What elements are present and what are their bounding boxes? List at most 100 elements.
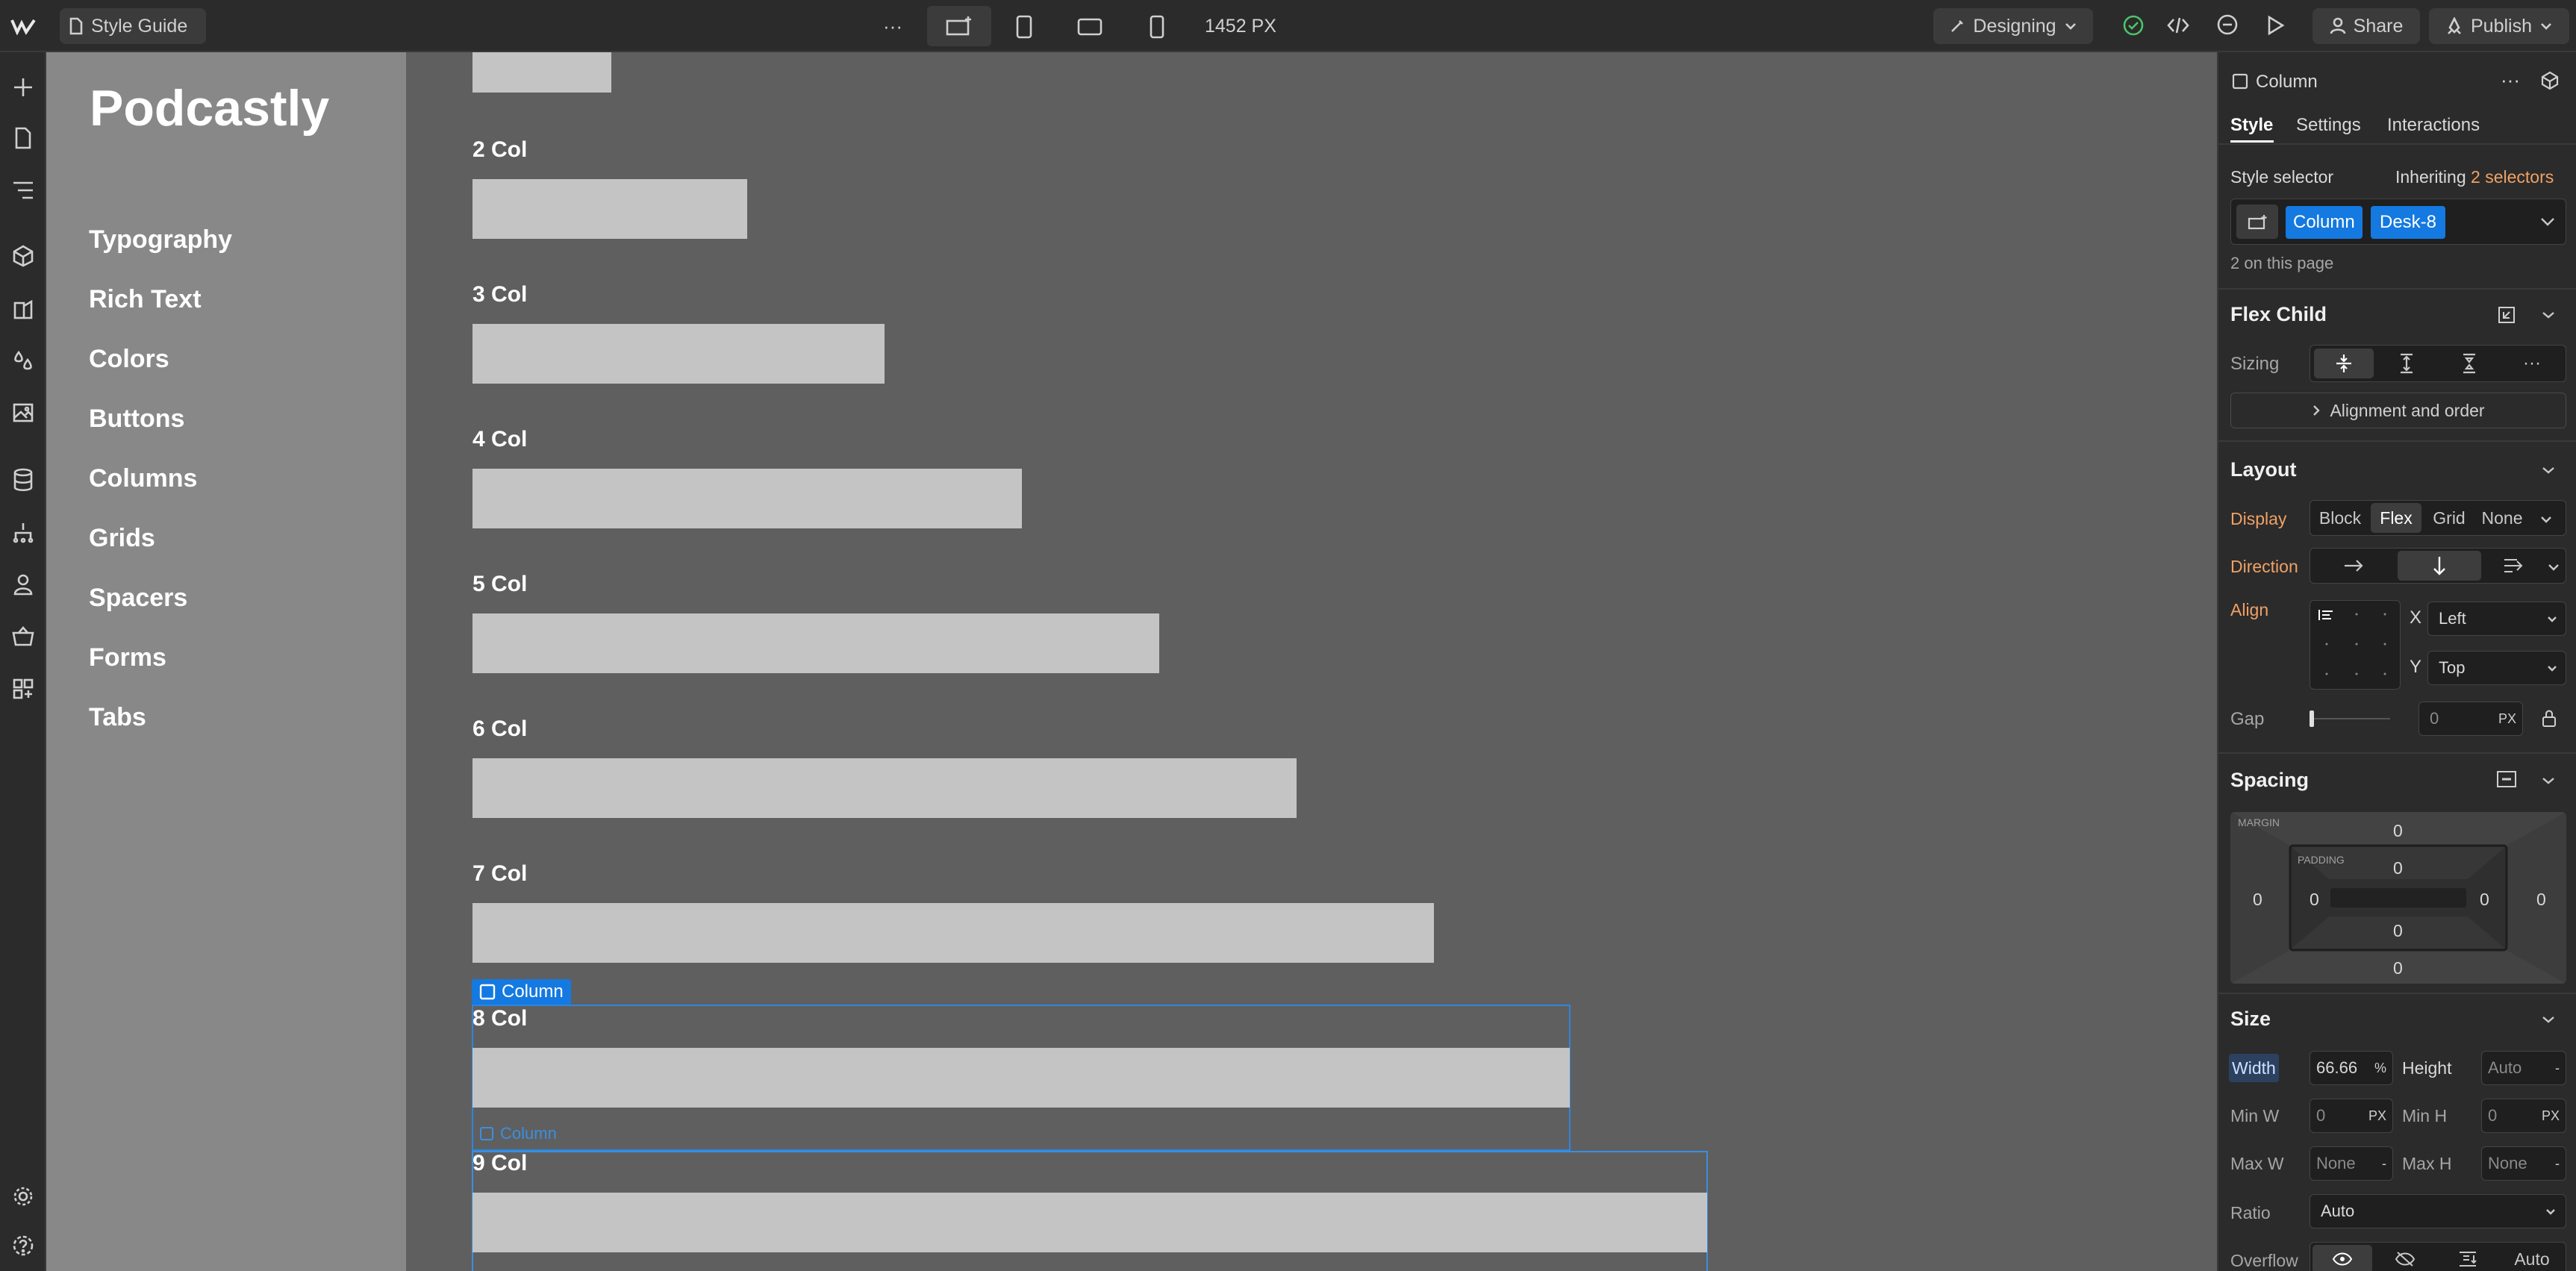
nav-link-rich-text[interactable]: Rich Text	[89, 285, 202, 314]
page-selector[interactable]: Style Guide	[60, 8, 206, 44]
max-height-unit[interactable]: -	[2555, 1156, 2560, 1172]
variables-icon[interactable]	[6, 293, 40, 327]
gap-slider-track[interactable]	[2310, 718, 2390, 719]
nav-link-colors[interactable]: Colors	[89, 345, 169, 374]
nav-link-tabs[interactable]: Tabs	[89, 703, 146, 732]
margin-bottom-value[interactable]: 0	[2393, 958, 2403, 978]
column-bar-4[interactable]	[473, 469, 1022, 528]
desktop-breakpoint-icon[interactable]	[927, 6, 991, 46]
padding-top-value[interactable]: 0	[2393, 858, 2403, 878]
navigator-icon[interactable]	[6, 173, 40, 207]
max-height-input[interactable]: None -	[2481, 1146, 2566, 1181]
chevron-down-icon[interactable]	[2547, 563, 2560, 572]
column-bar-7[interactable]	[473, 903, 1434, 963]
padding-right-value[interactable]: 0	[2480, 890, 2489, 910]
mode-dropdown[interactable]: Designing	[1933, 8, 2093, 44]
display-block-option[interactable]: Block	[2313, 503, 2368, 533]
tab-style[interactable]: Style	[2230, 115, 2273, 136]
direction-vertical-option[interactable]	[2398, 551, 2481, 581]
tab-settings[interactable]: Settings	[2296, 115, 2361, 136]
max-width-unit[interactable]: -	[2382, 1156, 2386, 1172]
parent-link-icon[interactable]	[2496, 305, 2517, 325]
add-element-icon[interactable]	[6, 70, 40, 104]
direction-wrap-option[interactable]	[2484, 551, 2544, 581]
collapse-chevron-icon[interactable]	[2541, 466, 2556, 475]
nav-link-spacers[interactable]: Spacers	[89, 584, 187, 613]
lock-icon[interactable]	[2541, 709, 2557, 728]
margin-left-value[interactable]: 0	[2253, 890, 2262, 910]
padding-bottom-value[interactable]: 0	[2393, 921, 2403, 941]
display-flex-option[interactable]: Flex	[2371, 503, 2421, 533]
column-bar-8[interactable]	[473, 1048, 1570, 1108]
column-bar-1[interactable]	[473, 52, 611, 93]
display-none-option[interactable]: None	[2475, 503, 2529, 533]
nav-link-columns[interactable]: Columns	[89, 464, 197, 493]
collapse-chevron-icon[interactable]	[2541, 310, 2556, 319]
width-unit[interactable]: %	[2374, 1061, 2386, 1076]
users-icon[interactable]	[6, 567, 40, 602]
margin-right-value[interactable]: 0	[2536, 890, 2546, 910]
selected-element-tag[interactable]: Column	[472, 979, 571, 1005]
margin-top-value[interactable]: 0	[2393, 821, 2403, 841]
column-bar-2[interactable]	[473, 179, 747, 239]
nav-link-typography[interactable]: Typography	[89, 225, 232, 254]
collapse-chevron-icon[interactable]	[2541, 776, 2556, 785]
alignment-and-order-button[interactable]: Alignment and order	[2230, 393, 2566, 428]
spacing-preset-icon[interactable]	[2495, 769, 2519, 790]
height-unit[interactable]: -	[2555, 1061, 2560, 1076]
min-height-unit[interactable]: PX	[2542, 1108, 2560, 1124]
element-more-icon[interactable]: ···	[2501, 69, 2520, 92]
preview-play-icon[interactable]	[2260, 10, 2290, 40]
nav-link-forms[interactable]: Forms	[89, 643, 166, 672]
padding-left-value[interactable]: 0	[2310, 890, 2319, 910]
collapse-chevron-icon[interactable]	[2541, 1015, 2556, 1024]
selector-chip-column[interactable]: Column	[2286, 206, 2363, 239]
webflow-logo-icon[interactable]	[9, 12, 37, 40]
components-icon[interactable]	[6, 239, 40, 273]
settings-gear-icon[interactable]	[6, 1179, 40, 1214]
brand-logo-text[interactable]: Podcastly	[90, 79, 329, 137]
column-bar-9[interactable]	[473, 1193, 1707, 1252]
overflow-hidden-eye-icon[interactable]	[2375, 1245, 2435, 1271]
share-button[interactable]: Share	[2313, 8, 2420, 44]
design-canvas[interactable]: Podcastly Typography Rich Text Colors Bu…	[46, 52, 2217, 1271]
comments-icon[interactable]	[2212, 10, 2242, 40]
more-options-button[interactable]: ···	[879, 13, 906, 39]
sizing-grow-option[interactable]	[2377, 349, 2436, 378]
chevron-down-icon[interactable]	[2539, 216, 2556, 227]
apps-icon[interactable]	[6, 672, 40, 706]
help-icon[interactable]	[6, 1228, 40, 1263]
code-icon[interactable]	[2163, 10, 2193, 40]
overflow-scroll-icon[interactable]	[2438, 1245, 2498, 1271]
assets-icon[interactable]	[6, 396, 40, 430]
chevron-down-icon[interactable]	[2539, 515, 2553, 524]
publish-button[interactable]: Publish	[2429, 8, 2569, 44]
min-width-input[interactable]: 0 PX	[2310, 1099, 2393, 1133]
style-selectors-icon[interactable]	[6, 343, 40, 378]
sizing-none-option[interactable]	[2439, 349, 2499, 378]
nav-link-buttons[interactable]: Buttons	[89, 405, 184, 434]
nav-link-grids[interactable]: Grids	[89, 524, 155, 553]
mobile-portrait-breakpoint-icon[interactable]	[1141, 12, 1173, 42]
sizing-shrink-option[interactable]	[2314, 349, 2374, 378]
display-grid-option[interactable]: Grid	[2424, 503, 2474, 533]
gap-slider-handle[interactable]	[2310, 711, 2314, 727]
max-width-input[interactable]: None -	[2310, 1146, 2393, 1181]
inheriting-selectors-link[interactable]: 2 selectors	[2471, 167, 2554, 187]
align-grid[interactable]	[2310, 600, 2401, 690]
tablet-breakpoint-icon[interactable]	[1009, 12, 1039, 42]
overflow-auto-option[interactable]: Auto	[2501, 1245, 2563, 1271]
gap-unit[interactable]: PX	[2498, 711, 2516, 727]
logic-icon[interactable]	[6, 515, 40, 549]
column-bar-5[interactable]	[473, 613, 1159, 673]
align-x-select[interactable]: Left	[2427, 602, 2566, 636]
pages-icon[interactable]	[6, 121, 40, 155]
cms-icon[interactable]	[6, 463, 40, 497]
width-input[interactable]: 66.66 %	[2310, 1051, 2393, 1085]
height-input[interactable]: Auto -	[2481, 1051, 2566, 1085]
column-bar-6[interactable]	[473, 758, 1297, 818]
selector-chip-desk-8[interactable]: Desk-8	[2371, 206, 2446, 239]
ecommerce-icon[interactable]	[6, 619, 40, 654]
column-bar-3[interactable]	[473, 324, 885, 384]
gap-input[interactable]: 0 PX	[2418, 702, 2523, 736]
